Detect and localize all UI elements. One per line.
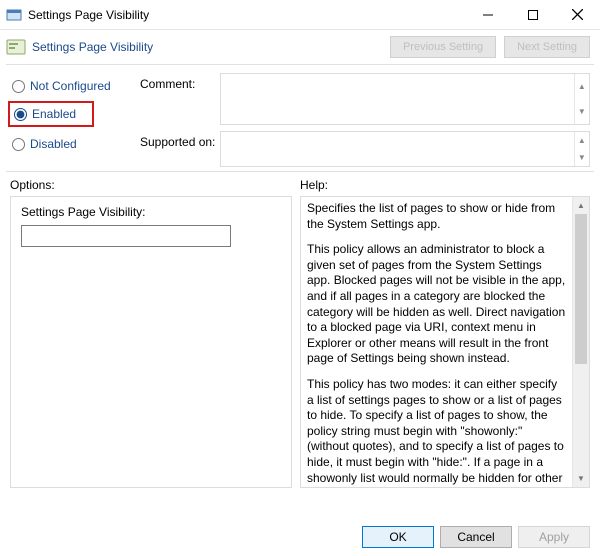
comment-field[interactable]: [221, 74, 574, 124]
supported-field: [221, 132, 574, 166]
supported-row: Supported on: ▲ ▼: [140, 131, 590, 167]
help-panel: Specifies the list of pages to show or h…: [300, 196, 590, 488]
apply-button[interactable]: Apply: [518, 526, 590, 548]
options-heading: Options:: [10, 178, 300, 192]
options-panel: Settings Page Visibility:: [10, 196, 292, 488]
maximize-button[interactable]: [510, 0, 555, 30]
help-p2: This policy allows an administrator to b…: [307, 242, 566, 367]
minimize-button[interactable]: [465, 0, 510, 30]
chevron-up-icon[interactable]: ▲: [573, 197, 589, 214]
radio-disabled[interactable]: Disabled: [10, 133, 140, 155]
help-p3: This policy has two modes: it can either…: [307, 377, 566, 487]
cancel-button[interactable]: Cancel: [440, 526, 512, 548]
settings-page-visibility-input[interactable]: [21, 225, 231, 247]
radio-not-configured[interactable]: Not Configured: [10, 75, 140, 97]
meta-form: Comment: ▲ ▼ Supported on: ▲ ▼: [140, 73, 590, 167]
state-radios: Not Configured Enabled Disabled: [10, 73, 140, 167]
help-p1: Specifies the list of pages to show or h…: [307, 201, 566, 232]
chevron-down-icon[interactable]: ▼: [575, 149, 589, 166]
scrollbar-thumb[interactable]: [575, 214, 587, 364]
supported-label: Supported on:: [140, 131, 220, 149]
next-setting-button[interactable]: Next Setting: [504, 36, 590, 58]
comment-scrollbar[interactable]: ▲ ▼: [574, 74, 589, 124]
supported-scrollbar[interactable]: ▲ ▼: [574, 132, 589, 166]
options-field-label: Settings Page Visibility:: [21, 205, 281, 219]
help-heading: Help:: [300, 178, 328, 192]
radio-enabled-label: Enabled: [32, 107, 76, 121]
policy-icon: [6, 38, 26, 56]
window-title: Settings Page Visibility: [28, 8, 465, 22]
policy-state-row: Not Configured Enabled Disabled Comment:…: [0, 65, 600, 171]
help-scrollbar[interactable]: ▲ ▼: [572, 197, 589, 487]
policy-header: Settings Page Visibility Previous Settin…: [0, 30, 600, 64]
radio-enabled-input[interactable]: [14, 108, 27, 121]
app-icon: [6, 7, 22, 23]
comment-label: Comment:: [140, 73, 220, 91]
supported-field-wrap: ▲ ▼: [220, 131, 590, 167]
title-bar: Settings Page Visibility: [0, 0, 600, 30]
radio-not-configured-label: Not Configured: [30, 79, 111, 93]
previous-setting-button[interactable]: Previous Setting: [390, 36, 496, 58]
ok-button[interactable]: OK: [362, 526, 434, 548]
scrollbar-track[interactable]: [573, 214, 589, 470]
radio-disabled-input[interactable]: [12, 138, 25, 151]
section-labels: Options: Help:: [0, 172, 600, 196]
comment-row: Comment: ▲ ▼: [140, 73, 590, 125]
radio-disabled-label: Disabled: [30, 137, 77, 151]
chevron-up-icon[interactable]: ▲: [575, 132, 589, 149]
help-text: Specifies the list of pages to show or h…: [301, 197, 572, 487]
radio-enabled[interactable]: Enabled: [8, 101, 94, 127]
radio-not-configured-input[interactable]: [12, 80, 25, 93]
main-row: Settings Page Visibility: Specifies the …: [0, 196, 600, 488]
comment-field-wrap: ▲ ▼: [220, 73, 590, 125]
chevron-up-icon[interactable]: ▲: [575, 74, 589, 99]
dialog-footer: OK Cancel Apply: [0, 518, 600, 556]
policy-title: Settings Page Visibility: [32, 40, 382, 54]
chevron-down-icon[interactable]: ▼: [575, 99, 589, 124]
chevron-down-icon[interactable]: ▼: [573, 470, 589, 487]
close-button[interactable]: [555, 0, 600, 30]
